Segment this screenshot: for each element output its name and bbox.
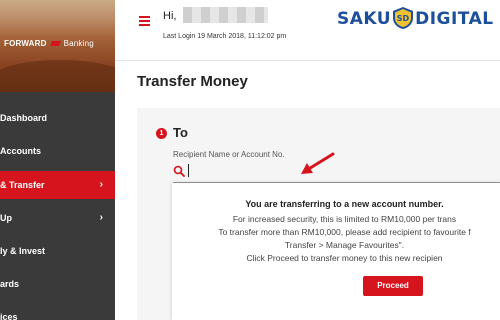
dialog-text-line: To transfer more than RM10,000, please a… xyxy=(218,227,471,237)
watermark-logo: SAKU SD DIGITAL xyxy=(337,7,494,34)
sidebar-item-label: ards xyxy=(0,279,20,289)
search-icon xyxy=(173,165,185,177)
step-label: To xyxy=(173,125,188,140)
dialog-text-line: Click Proceed to transfer money to this … xyxy=(246,253,443,263)
sidebar-item-label: Up xyxy=(0,213,12,223)
sidebar-item-dashboard[interactable]: Dashboard xyxy=(0,104,115,132)
logo-word-left: SAKU xyxy=(337,9,392,30)
chevron-right-icon: › xyxy=(99,179,103,190)
dialog-heading: You are transferring to a new account nu… xyxy=(245,199,444,209)
sidebar-item-rewards[interactable]: ards xyxy=(0,270,115,298)
proceed-button[interactable]: Proceed xyxy=(363,276,423,296)
banner-sky xyxy=(0,0,115,38)
logo-badge-text: SD xyxy=(397,14,410,23)
logo-word-right: DIGITAL xyxy=(415,9,494,30)
sidebar: FORWARD Banking Dashboard Accounts & Tran… xyxy=(0,0,115,320)
greeting: Hi, xyxy=(163,10,177,22)
sidebar-item-label: ly & Invest xyxy=(0,246,46,256)
annotation-arrow-icon xyxy=(301,152,335,174)
dialog-text-line: Transfer > Manage Favourites". xyxy=(284,240,405,250)
brand-logo: FORWARD Banking xyxy=(4,39,94,48)
brand-banner: FORWARD Banking xyxy=(0,0,115,92)
last-login: Last Login 19 March 2018, 11:12:02 pm xyxy=(163,33,287,40)
sidebar-item-label: & Transfer xyxy=(0,180,45,190)
sidebar-item-services[interactable]: ices xyxy=(0,303,115,320)
brand-suffix: Banking xyxy=(63,39,94,48)
dialog-text-line: For increased security, this is limited … xyxy=(232,214,457,224)
sidebar-item-top-up[interactable]: Up › xyxy=(0,204,115,232)
shield-icon: SD xyxy=(393,7,414,29)
brand-name: FORWARD xyxy=(4,39,47,48)
brand-flag-icon xyxy=(49,40,61,46)
sidebar-item-label: ices xyxy=(0,312,18,320)
sidebar-item-label: Accounts xyxy=(0,146,42,156)
recipient-field-label: Recipient Name or Account No. xyxy=(173,150,285,159)
banner-hill xyxy=(0,60,115,92)
text-cursor xyxy=(188,164,189,177)
chevron-right-icon: › xyxy=(99,212,103,223)
step-number-badge: 1 xyxy=(156,128,167,139)
sidebar-item-pay-transfer[interactable]: & Transfer › xyxy=(0,171,115,199)
redacted-username xyxy=(183,7,268,23)
sidebar-item-apply-invest[interactable]: ly & Invest xyxy=(0,237,115,265)
new-account-notice-dialog: You are transferring to a new account nu… xyxy=(172,183,500,320)
sidebar-item-label: Dashboard xyxy=(0,113,48,123)
sidebar-item-accounts[interactable]: Accounts xyxy=(0,137,115,165)
hamburger-menu-icon[interactable] xyxy=(139,16,150,26)
page-title: Transfer Money xyxy=(137,73,248,90)
